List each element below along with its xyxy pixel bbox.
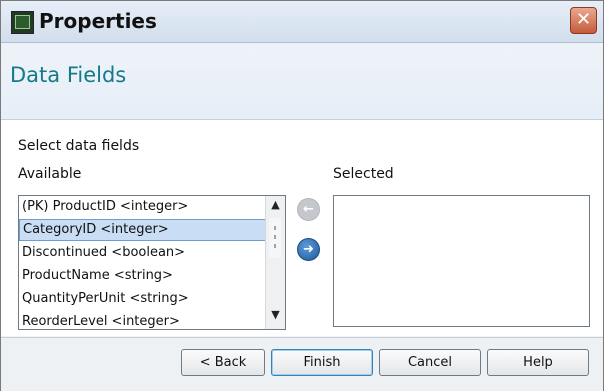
wizard-header: Data Fields bbox=[1, 43, 603, 120]
list-item[interactable]: (PK) ProductID <integer> bbox=[19, 196, 266, 218]
list-item[interactable]: ProductName <string> bbox=[19, 265, 266, 287]
grip-mark bbox=[274, 244, 276, 248]
scroll-down-icon[interactable]: ▼ bbox=[267, 308, 284, 326]
scroll-up-icon[interactable]: ▲ bbox=[267, 198, 284, 216]
button-bar: < Back Finish Cancel Help bbox=[1, 337, 603, 391]
available-label: Available bbox=[18, 166, 82, 182]
remove-field-button[interactable]: ← bbox=[297, 198, 320, 221]
grip-mark bbox=[274, 226, 276, 230]
app-icon-inner bbox=[15, 15, 30, 29]
page-title: Data Fields bbox=[10, 63, 127, 87]
back-button[interactable]: < Back bbox=[181, 349, 265, 376]
list-item[interactable]: ReorderLevel <integer> bbox=[19, 311, 266, 329]
scroll-thumb[interactable] bbox=[269, 218, 281, 258]
close-icon[interactable]: ✕ bbox=[570, 7, 597, 34]
vertical-scrollbar[interactable]: ▲ ▼ bbox=[265, 196, 285, 329]
instruction-label: Select data fields bbox=[18, 138, 140, 154]
list-item-selected[interactable]: CategoryID <integer> bbox=[19, 219, 266, 241]
list-item[interactable]: QuantityPerUnit <string> bbox=[19, 288, 266, 310]
title-bar[interactable]: Properties ✕ bbox=[1, 1, 603, 43]
help-button[interactable]: Help bbox=[487, 349, 589, 376]
finish-button[interactable]: Finish bbox=[271, 349, 373, 376]
add-field-button[interactable]: ➜ bbox=[297, 238, 320, 261]
cancel-button[interactable]: Cancel bbox=[379, 349, 481, 376]
app-icon bbox=[11, 11, 34, 34]
selected-fields-list[interactable] bbox=[333, 195, 590, 327]
properties-dialog: Properties ✕ Data Fields Select data fie… bbox=[0, 0, 604, 391]
selected-label: Selected bbox=[333, 166, 394, 182]
window-title: Properties bbox=[39, 9, 157, 33]
list-item[interactable]: Discontinued <boolean> bbox=[19, 242, 266, 264]
grip-mark bbox=[274, 235, 276, 239]
available-fields-list[interactable]: (PK) ProductID <integer> CategoryID <int… bbox=[18, 195, 286, 330]
content-area: Select data fields Available Selected (P… bbox=[1, 120, 603, 336]
